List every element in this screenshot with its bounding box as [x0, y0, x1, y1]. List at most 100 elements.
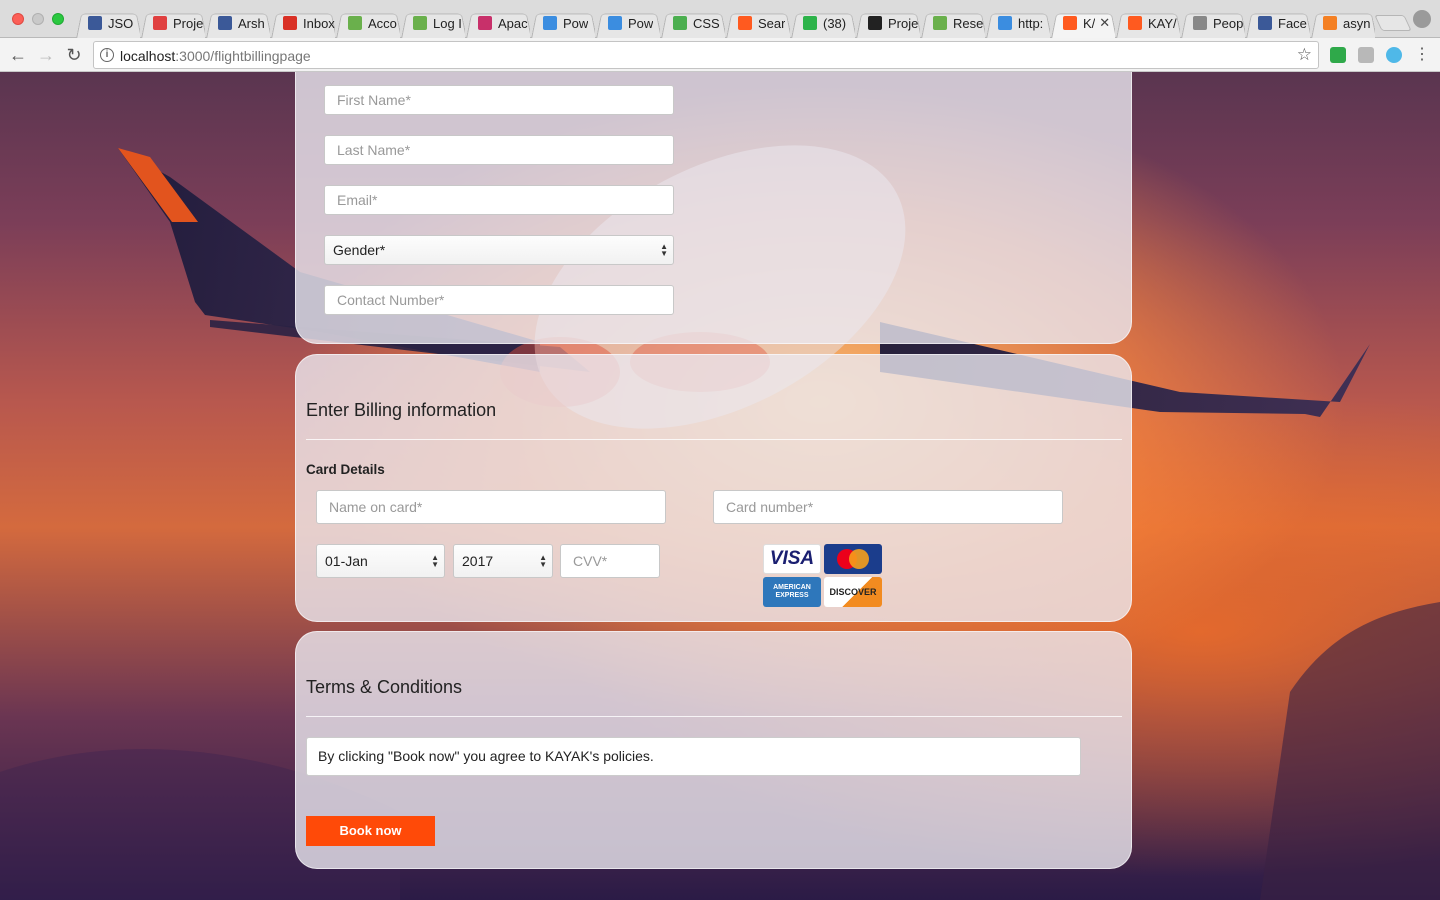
kayak-icon [1128, 16, 1142, 30]
kayak-icon [738, 16, 752, 30]
powerpoint-icon [998, 16, 1012, 30]
tab-label: http: [1018, 15, 1044, 31]
traveler-details-card: First Name* Last Name* Email* Gender* ▲ ▼… [295, 72, 1132, 344]
gender-select[interactable]: Gender* ▲ ▼ [324, 235, 674, 265]
amex-logo-icon: AMERICAN EXPRESS [763, 577, 821, 607]
gender-select-value: Gender* [333, 242, 386, 258]
billing-section-title: Enter Billing information [306, 400, 497, 420]
card-number-input[interactable]: Card number* [713, 490, 1063, 524]
browser-tab[interactable]: Pow [596, 8, 660, 38]
css-icon [673, 16, 687, 30]
mastercard-logo-icon [824, 544, 882, 574]
browser-tab[interactable]: Proje [141, 8, 205, 38]
tab-list: JSO Proje Arsh Inbox Acco Log I Apac Pow Pow CSS S… [76, 8, 1376, 38]
extension-user-icon[interactable] [1358, 47, 1374, 63]
first-name-input[interactable]: First Name* [324, 85, 674, 115]
expiry-year-select[interactable]: 2017 ▲ ▼ [453, 544, 553, 578]
forward-arrow-icon[interactable]: → [36, 45, 56, 65]
last-name-input[interactable]: Last Name* [324, 135, 674, 165]
discover-logo-icon: DISCOVER [824, 577, 882, 607]
site-info-icon[interactable]: i [100, 48, 114, 62]
name-on-card-input[interactable]: Name on card* [316, 490, 666, 524]
new-tab-button[interactable] [1374, 15, 1412, 31]
kayak-icon [1063, 16, 1077, 30]
browser-tab[interactable]: Apac [466, 8, 530, 38]
browser-tabstrip: JSO Proje Arsh Inbox Acco Log I Apac Pow Pow CSS S… [0, 0, 1440, 38]
tab-label: K/ [1083, 15, 1096, 31]
browser-tab[interactable]: (38) [791, 8, 855, 38]
browser-tab[interactable]: Inbox [271, 8, 335, 38]
select-arrows-icon: ▲ ▼ [660, 242, 668, 258]
billing-page: First Name* Last Name* Email* Gender* ▲ ▼… [0, 72, 1440, 900]
visa-logo-text: VISA [769, 548, 815, 569]
browser-tab[interactable]: http: [986, 8, 1050, 38]
github-icon [868, 16, 882, 30]
minimize-window-button[interactable] [32, 13, 44, 25]
book-now-button[interactable]: Book now [306, 816, 435, 846]
browser-tab[interactable]: asyn [1311, 8, 1375, 38]
tab-label: (38) [823, 15, 847, 31]
tab-label: Arsh [238, 15, 265, 31]
project-icon [153, 16, 167, 30]
powerpoint-icon [608, 16, 622, 30]
terms-section-title: Terms & Conditions [306, 677, 463, 697]
reload-icon[interactable]: ↻ [64, 45, 84, 65]
browser-tab[interactable]: Peop [1181, 8, 1245, 38]
back-arrow-icon[interactable]: ← [8, 45, 28, 65]
tab-label: Face [1278, 15, 1307, 31]
browser-tab[interactable]: Pow [531, 8, 595, 38]
powerpoint-icon [543, 16, 557, 30]
contact-number-input[interactable]: Contact Number* [324, 285, 674, 315]
url-text: localhost:3000/flightbillingpage [120, 48, 311, 64]
feather-icon [478, 16, 492, 30]
terms-divider [306, 716, 1122, 717]
visa-logo-icon: VISA [763, 544, 821, 574]
whatsapp-icon [803, 16, 817, 30]
leaf-icon [933, 16, 947, 30]
browser-tab[interactable]: Arsh [206, 8, 270, 38]
address-bar[interactable]: i localhost:3000/flightbillingpage ☆ [93, 41, 1319, 69]
browser-tab[interactable]: Rese [921, 8, 985, 38]
tab-label: Proje [888, 15, 919, 31]
cvv-input[interactable]: CVV* [560, 544, 660, 578]
tab-label: KAY/ [1148, 15, 1177, 31]
extension-globe-icon[interactable] [1386, 47, 1402, 63]
profile-avatar-icon[interactable] [1413, 10, 1431, 28]
browser-tab[interactable]: JSO [76, 8, 140, 38]
email-input[interactable]: Email* [324, 185, 674, 215]
menu-kebab-icon[interactable]: ⋮ [1412, 45, 1432, 65]
close-tab-icon[interactable]: ✕ [1099, 15, 1110, 31]
billing-divider [306, 439, 1122, 440]
close-window-button[interactable] [12, 13, 24, 25]
select-arrows-icon: ▲ ▼ [431, 553, 439, 569]
tab-label: asyn [1343, 15, 1371, 31]
stackoverflow-icon [1323, 16, 1337, 30]
browser-tab[interactable]: Proje [856, 8, 920, 38]
browser-tab[interactable]: Face [1246, 8, 1310, 38]
tab-label: Apac [498, 15, 528, 31]
tab-label: Rese [953, 15, 984, 31]
tab-label: Pow [563, 15, 589, 31]
browser-tab[interactable]: K/✕ [1051, 8, 1115, 38]
tab-label: JSO [108, 15, 134, 31]
terms-card: Terms & Conditions By clicking "Book now… [295, 631, 1132, 869]
browser-tab[interactable]: KAY/ [1116, 8, 1180, 38]
card-details-label: Card Details [306, 462, 385, 477]
json-icon [88, 16, 102, 30]
cors-extension-icon[interactable] [1330, 47, 1346, 63]
browser-tab[interactable]: CSS [661, 8, 725, 38]
facebook-icon [1258, 16, 1272, 30]
browser-tab[interactable]: Log I [401, 8, 465, 38]
bookmark-star-icon[interactable]: ☆ [1297, 45, 1312, 65]
tab-label: Sear [758, 15, 786, 31]
select-arrows-icon: ▲ ▼ [539, 553, 547, 569]
leaf-icon [348, 16, 362, 30]
leaf-icon [413, 16, 427, 30]
tab-label: Log I [433, 15, 462, 31]
browser-tab[interactable]: Acco [336, 8, 400, 38]
browser-tab[interactable]: Sear [726, 8, 790, 38]
expiry-month-select[interactable]: 01-Jan ▲ ▼ [316, 544, 445, 578]
terms-text: By clicking "Book now" you agree to KAYA… [306, 737, 1081, 776]
billing-info-card: Enter Billing information Card Details N… [295, 354, 1132, 622]
maximize-window-button[interactable] [52, 13, 64, 25]
